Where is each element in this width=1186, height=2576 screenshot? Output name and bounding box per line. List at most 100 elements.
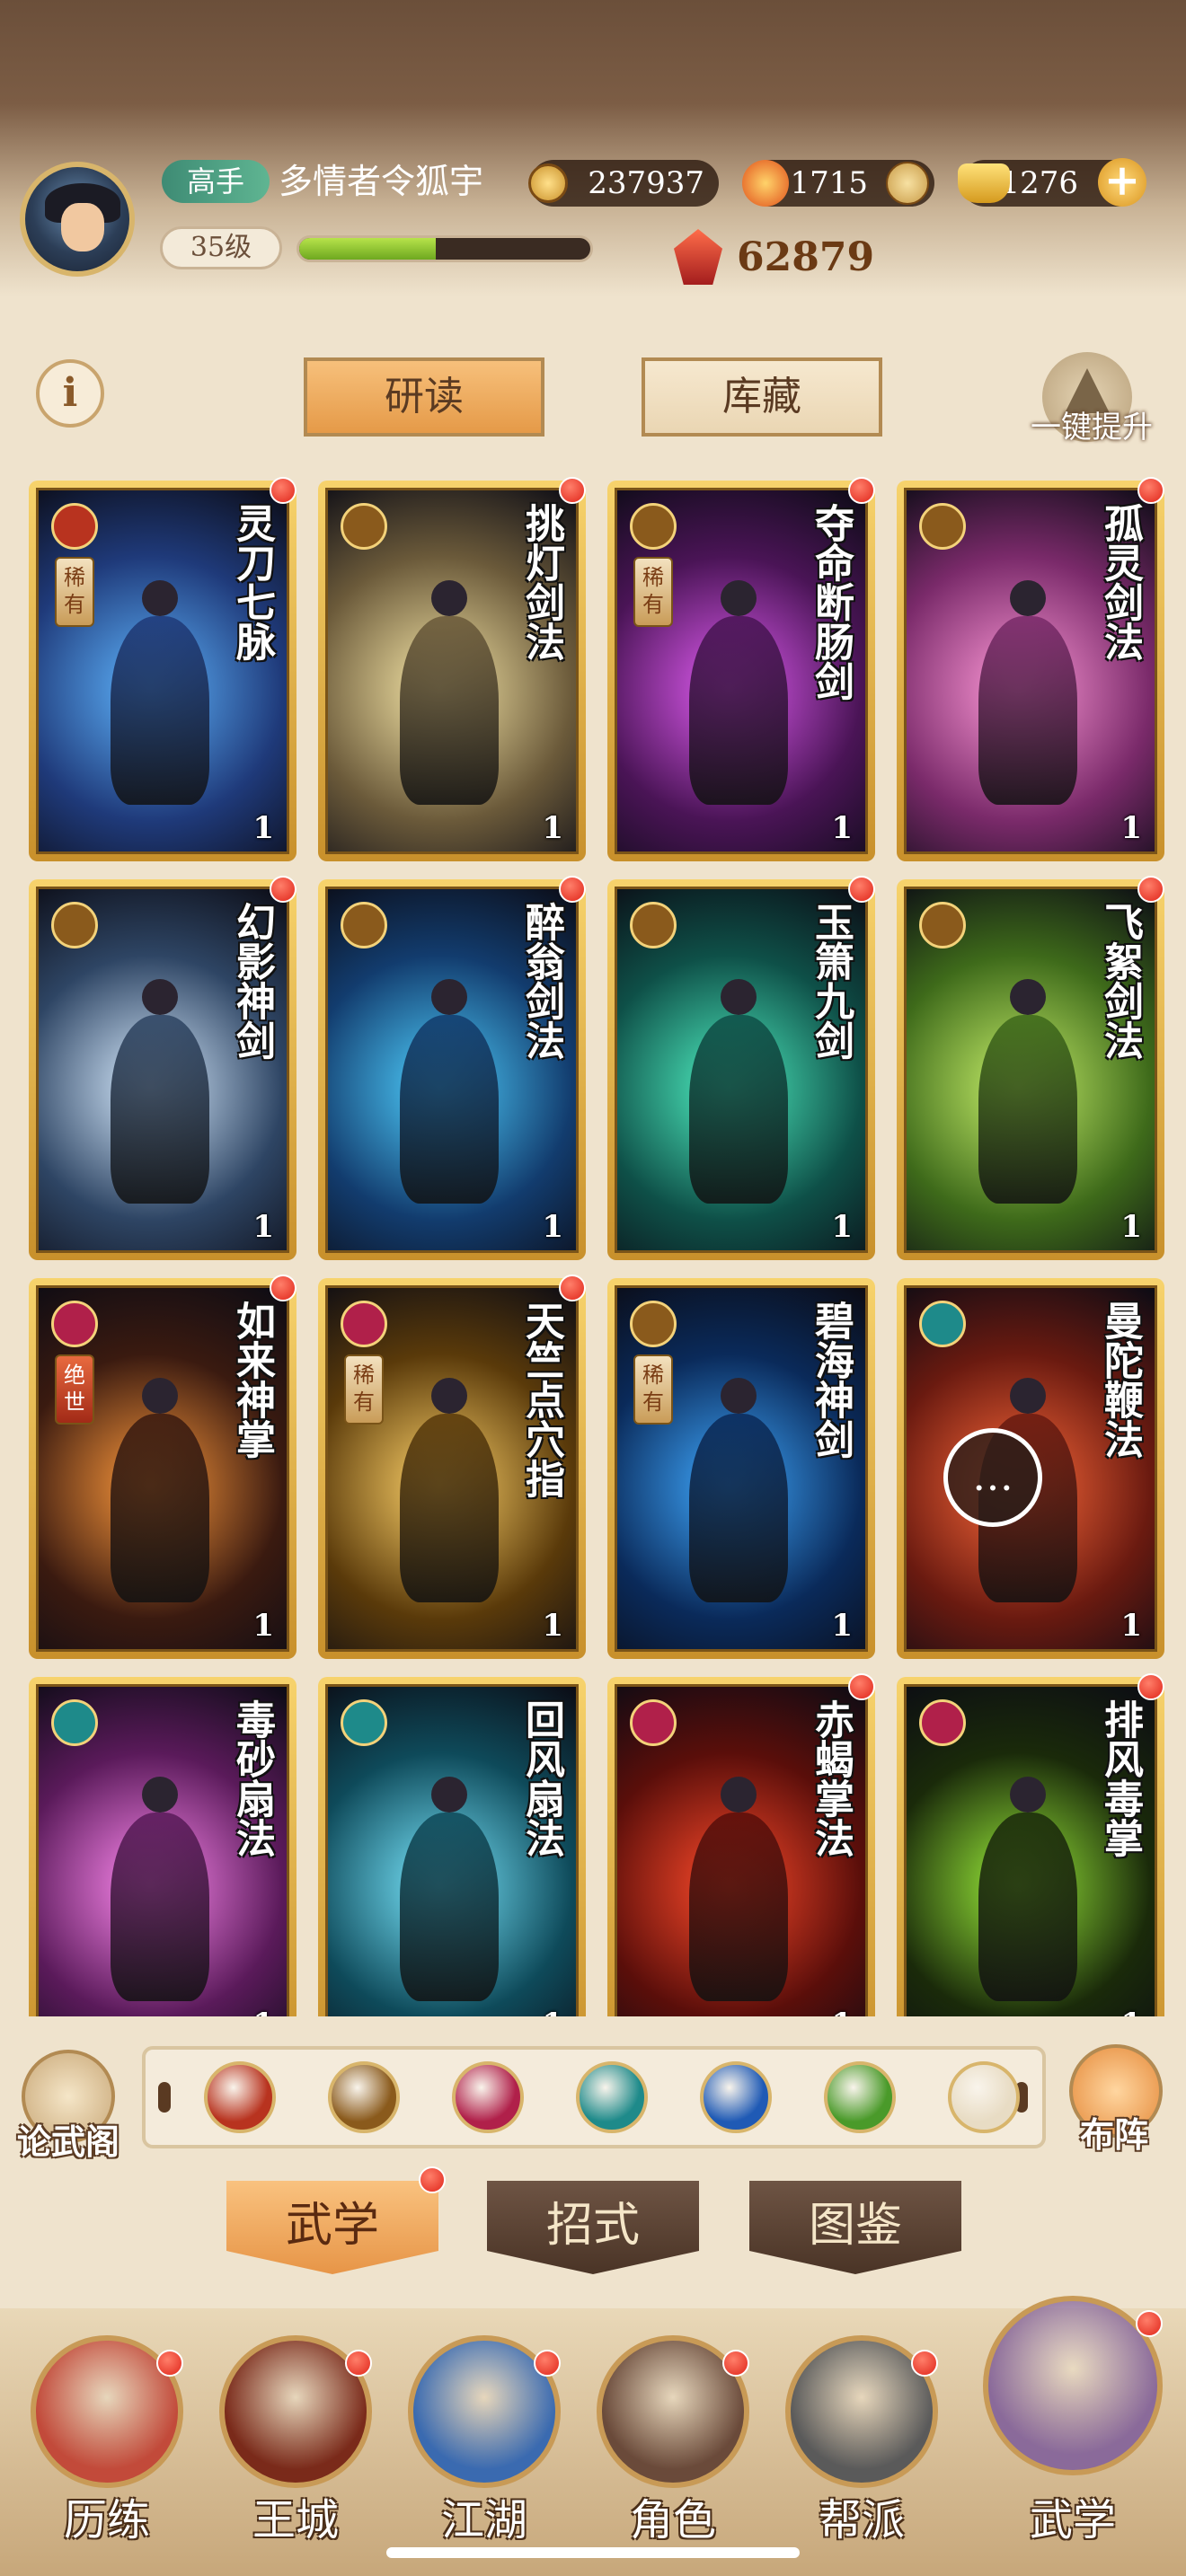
skill-card[interactable]: 醉翁剑法 1 bbox=[318, 879, 586, 1260]
character-figure bbox=[978, 1813, 1077, 2001]
card-red-dot bbox=[559, 876, 586, 903]
skill-name: 玉箫九剑 bbox=[808, 902, 854, 1060]
up-arrow-filter-icon[interactable] bbox=[948, 2061, 1020, 2133]
nav-label: 历练 bbox=[63, 2495, 150, 2545]
school-icon bbox=[919, 1301, 966, 1347]
nav-label: 帮派 bbox=[818, 2495, 905, 2545]
skill-name: 挑灯剑法 bbox=[518, 503, 564, 661]
martial-card-grid: 稀有 灵刀七脉 1 挑灯剑法 1 稀有 夺命断肠剑 1 孤灵剑法 1 幻影神剑 1 醉翁剑法 1 玉箫九剑 1… bbox=[0, 472, 1186, 2016]
skill-card[interactable]: 稀有 碧海神剑 1 bbox=[607, 1278, 875, 1659]
skill-card[interactable]: 回风扇法 1 bbox=[318, 1677, 586, 2016]
skill-card[interactable]: 玉箫九剑 1 bbox=[607, 879, 875, 1260]
school-icon bbox=[51, 503, 98, 550]
skill-level: 1 bbox=[542, 1608, 563, 1644]
school-icon bbox=[51, 902, 98, 948]
taiji-filter-icon[interactable] bbox=[700, 2061, 772, 2133]
school-icon bbox=[341, 503, 387, 550]
sword-filter-icon[interactable] bbox=[328, 2061, 400, 2133]
skill-card[interactable]: 绝世 如来神掌 1 bbox=[29, 1278, 296, 1659]
add-gold-button[interactable]: + bbox=[1098, 158, 1146, 207]
saber-filter-icon[interactable] bbox=[204, 2061, 276, 2133]
avatar-face bbox=[61, 203, 104, 251]
school-icon bbox=[630, 1699, 677, 1746]
character-figure bbox=[111, 1813, 209, 2001]
character-figure bbox=[400, 1015, 499, 1204]
card-frame: 排风毒掌 1 bbox=[904, 1684, 1157, 2016]
skill-level: 1 bbox=[542, 1209, 563, 1245]
character-head bbox=[431, 979, 467, 1015]
subtab-moves[interactable]: 招式 bbox=[487, 2181, 699, 2274]
skill-level: 1 bbox=[1120, 1209, 1142, 1245]
skill-level: 1 bbox=[831, 2007, 853, 2016]
card-red-dot bbox=[848, 876, 875, 903]
nav-red-dot bbox=[722, 2350, 749, 2377]
whip-filter-icon[interactable] bbox=[824, 2061, 896, 2133]
skill-level: 1 bbox=[252, 810, 274, 846]
skill-card[interactable]: 毒砂扇法 1 bbox=[29, 1677, 296, 2016]
card-red-dot bbox=[1137, 1673, 1164, 1700]
card-frame: 稀有 天竺点穴指 1 bbox=[325, 1285, 579, 1652]
skill-name: 碧海神剑 bbox=[808, 1301, 854, 1459]
skill-name: 夺命断肠剑 bbox=[808, 503, 854, 701]
character-head bbox=[431, 580, 467, 616]
subtab-martial[interactable]: 武学 bbox=[226, 2181, 438, 2274]
skill-card[interactable]: 排风毒掌 1 bbox=[897, 1677, 1164, 2016]
card-frame: 挑灯剑法 1 bbox=[325, 488, 579, 854]
skill-level: 1 bbox=[1120, 1608, 1142, 1644]
pot-icon[interactable] bbox=[886, 162, 929, 205]
card-frame: 玉箫九剑 1 bbox=[615, 887, 868, 1253]
rarity-tag: 稀有 bbox=[633, 1354, 673, 1425]
skill-card[interactable]: 赤蝎掌法 1 bbox=[607, 1677, 875, 2016]
character-figure bbox=[111, 616, 209, 805]
skill-card[interactable]: 飞絮剑法 1 bbox=[897, 879, 1164, 1260]
character-head bbox=[721, 979, 757, 1015]
character-figure bbox=[689, 1813, 788, 2001]
player-rank-badge: 高手 bbox=[162, 160, 270, 203]
gold-ingot-icon bbox=[958, 163, 1010, 203]
tab-storage[interactable]: 库藏 bbox=[642, 357, 882, 437]
card-red-dot bbox=[1137, 876, 1164, 903]
chat-bubble-button[interactable]: … bbox=[943, 1428, 1042, 1527]
card-red-dot bbox=[559, 477, 586, 504]
skill-card[interactable]: 挑灯剑法 1 bbox=[318, 481, 586, 861]
card-frame: 稀有 夺命断肠剑 1 bbox=[615, 488, 868, 854]
character-head bbox=[1010, 1777, 1046, 1813]
skill-card[interactable]: 幻影神剑 1 bbox=[29, 879, 296, 1260]
coins-value: 237937 bbox=[588, 165, 704, 201]
skill-card[interactable]: 稀有 夺命断肠剑 1 bbox=[607, 481, 875, 861]
card-red-dot bbox=[270, 1275, 296, 1301]
player-avatar[interactable] bbox=[20, 162, 135, 277]
character-head bbox=[431, 1777, 467, 1813]
character-figure bbox=[111, 1414, 209, 1602]
nav-label: 江湖 bbox=[440, 2495, 527, 2545]
tab-study[interactable]: 研读 bbox=[304, 357, 544, 437]
subtab-atlas[interactable]: 图鉴 bbox=[749, 2181, 961, 2274]
skill-name: 天竺点穴指 bbox=[518, 1301, 564, 1498]
card-red-dot bbox=[559, 1275, 586, 1301]
skill-card[interactable]: 孤灵剑法 1 bbox=[897, 481, 1164, 861]
skill-level: 1 bbox=[542, 2007, 563, 2016]
character-head bbox=[721, 580, 757, 616]
info-button[interactable]: i bbox=[36, 359, 104, 428]
palm-filter-icon[interactable] bbox=[452, 2061, 524, 2133]
skill-level: 1 bbox=[252, 1209, 274, 1245]
skill-name: 曼陀鞭法 bbox=[1097, 1301, 1143, 1459]
fan-filter-icon[interactable] bbox=[576, 2061, 648, 2133]
character-head bbox=[1010, 979, 1046, 1015]
card-frame: 孤灵剑法 1 bbox=[904, 488, 1157, 854]
card-frame: 稀有 灵刀七脉 1 bbox=[36, 488, 289, 854]
character-figure bbox=[689, 1015, 788, 1204]
character-head bbox=[142, 580, 178, 616]
school-icon bbox=[341, 902, 387, 948]
rarity-tag: 稀有 bbox=[55, 557, 94, 627]
nav-label: 角色 bbox=[629, 2495, 716, 2545]
skill-card[interactable]: 稀有 天竺点穴指 1 bbox=[318, 1278, 586, 1659]
school-icon bbox=[919, 1699, 966, 1746]
skill-name: 飞絮剑法 bbox=[1097, 902, 1143, 1060]
card-frame: 回风扇法 1 bbox=[325, 1684, 579, 2016]
skill-card[interactable]: 稀有 灵刀七脉 1 bbox=[29, 481, 296, 861]
nav-red-dot bbox=[345, 2350, 372, 2377]
skill-level: 1 bbox=[831, 1209, 853, 1245]
player-name: 多情者令狐宇 bbox=[279, 162, 484, 201]
scroll-left-indicator[interactable] bbox=[158, 2082, 171, 2113]
